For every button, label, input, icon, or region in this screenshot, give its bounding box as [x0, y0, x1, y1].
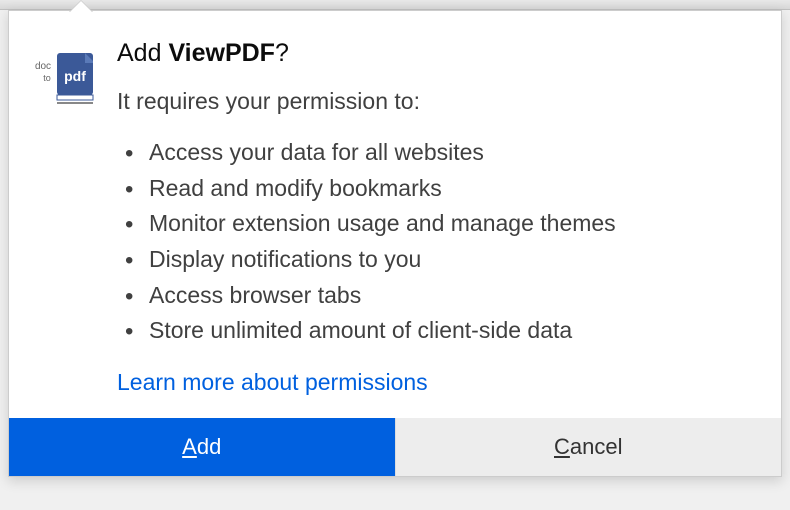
cancel-button[interactable]: Cancel: [395, 418, 782, 476]
permission-item: Monitor extension usage and manage theme…: [123, 206, 757, 242]
button-row: Add Cancel: [9, 418, 781, 476]
add-button[interactable]: Add: [9, 418, 395, 476]
svg-text:to: to: [43, 73, 51, 83]
add-accesskey: A: [182, 434, 197, 459]
permission-item: Display notifications to you: [123, 242, 757, 278]
dialog-arrow: [69, 1, 93, 13]
icon-column: pdf doc to: [33, 39, 105, 396]
permission-item: Access browser tabs: [123, 278, 757, 314]
dialog-content: pdf doc to Add ViewPDF? It requires your…: [9, 11, 781, 418]
cancel-label-rest: ancel: [570, 434, 623, 459]
learn-more-link[interactable]: Learn more about permissions: [117, 369, 428, 396]
permission-item: Read and modify bookmarks: [123, 171, 757, 207]
extension-icon: pdf doc to: [33, 45, 95, 107]
title-prefix: Add: [117, 39, 168, 67]
permission-list: Access your data for all websites Read a…: [117, 135, 757, 349]
permission-subtitle: It requires your permission to:: [117, 88, 757, 115]
extension-install-dialog: pdf doc to Add ViewPDF? It requires your…: [8, 10, 782, 477]
add-label-rest: dd: [197, 434, 221, 459]
cancel-accesskey: C: [554, 434, 570, 459]
svg-text:doc: doc: [35, 61, 51, 72]
dialog-title: Add ViewPDF?: [117, 39, 757, 68]
extension-name: ViewPDF: [168, 39, 275, 67]
title-suffix: ?: [275, 39, 289, 67]
permission-item: Store unlimited amount of client-side da…: [123, 313, 757, 349]
browser-tab-bar: [0, 0, 790, 10]
permission-item: Access your data for all websites: [123, 135, 757, 171]
svg-text:pdf: pdf: [64, 68, 86, 84]
text-column: Add ViewPDF? It requires your permission…: [105, 39, 757, 396]
